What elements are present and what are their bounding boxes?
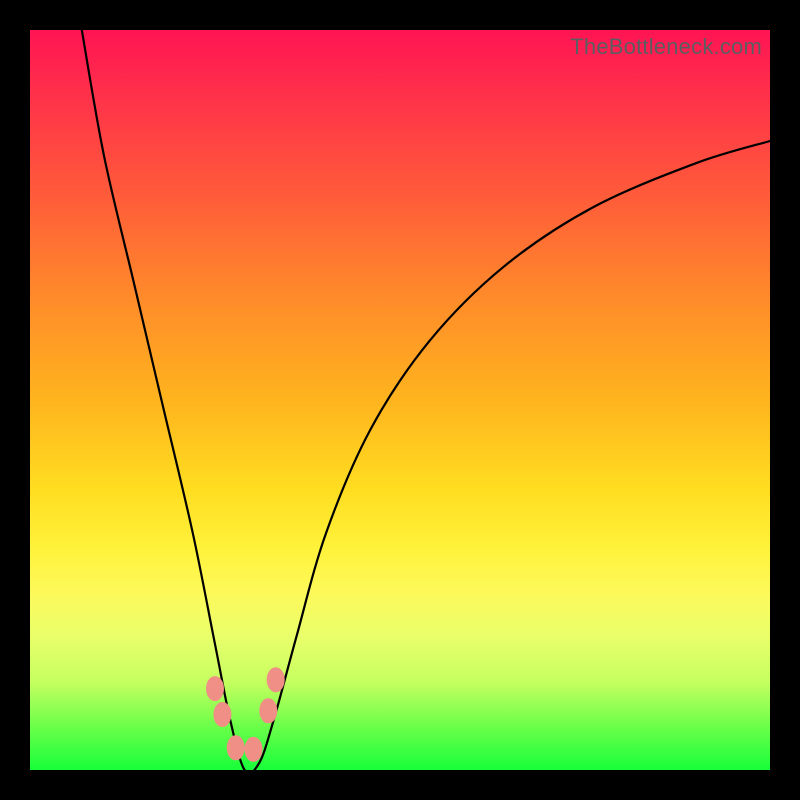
curve-marker <box>214 703 231 727</box>
curve-svg <box>30 30 770 770</box>
curve-marker <box>267 668 284 692</box>
marker-group <box>207 668 285 762</box>
curve-marker <box>227 736 244 760</box>
figure-canvas: TheBottleneck.com <box>0 0 800 800</box>
curve-marker <box>207 677 224 701</box>
curve-marker <box>260 699 277 723</box>
curve-marker <box>245 737 262 761</box>
mismatch-curve <box>82 30 770 770</box>
plot-area: TheBottleneck.com <box>30 30 770 770</box>
